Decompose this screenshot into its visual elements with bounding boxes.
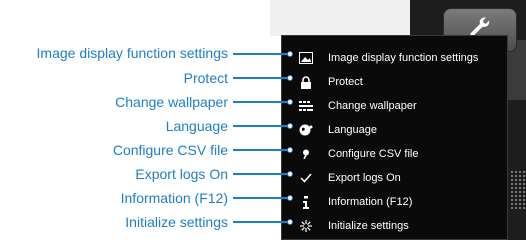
menu-item-image-display-settings[interactable]: Image display function settings	[282, 46, 507, 70]
callout-protect: Protect	[183, 70, 228, 86]
wallpaper-icon	[298, 98, 314, 114]
callout-information: Information (F12)	[120, 190, 228, 206]
leader-dot	[287, 195, 293, 201]
menu-item-configure-csv[interactable]: Configure CSV file	[282, 142, 507, 166]
leader-line	[233, 101, 291, 103]
leader-dot	[287, 171, 293, 177]
leader-line	[233, 77, 291, 79]
leader-dot	[287, 147, 293, 153]
leader-dot	[287, 75, 293, 81]
menu-item-initialize-settings[interactable]: Initialize settings	[282, 214, 507, 238]
callout-configure-csv: Configure CSV file	[112, 142, 228, 158]
leader-line	[233, 197, 291, 199]
menu-item-label: Change wallpaper	[328, 100, 417, 112]
callout-image-display-settings: Image display function settings	[36, 45, 228, 61]
leader-line	[233, 125, 291, 127]
leader-dot	[287, 123, 293, 129]
reset-icon	[298, 218, 314, 234]
background-panel	[270, 0, 410, 36]
menu-item-label: Export logs On	[328, 172, 401, 184]
leader-line	[233, 173, 291, 175]
leader-dot	[287, 219, 293, 225]
menu-item-label: Language	[328, 124, 377, 136]
menu-item-protect[interactable]: Protect	[282, 70, 507, 94]
menu-item-language[interactable]: Language	[282, 118, 507, 142]
leader-dot	[287, 51, 293, 57]
menu-item-export-logs[interactable]: Export logs On	[282, 166, 507, 190]
menu-item-label: Initialize settings	[328, 220, 409, 232]
callout-language: Language	[165, 118, 228, 134]
info-icon	[298, 194, 314, 210]
checkmark-icon	[298, 170, 314, 186]
menu-item-label: Information (F12)	[328, 196, 413, 208]
menu-item-label: Image display function settings	[328, 52, 479, 64]
leader-line	[233, 221, 291, 223]
background-dots	[510, 170, 526, 210]
leader-dot	[287, 99, 293, 105]
callout-export-logs: Export logs On	[135, 166, 228, 182]
menu-item-information[interactable]: Information (F12)	[282, 190, 507, 214]
callout-initialize-settings: Initialize settings	[125, 214, 228, 230]
context-menu: Image display function settings Protect …	[281, 35, 508, 240]
leader-line	[233, 149, 291, 151]
lock-icon	[298, 74, 314, 90]
callout-change-wallpaper: Change wallpaper	[115, 94, 228, 110]
menu-item-change-wallpaper[interactable]: Change wallpaper	[282, 94, 507, 118]
menu-item-label: Configure CSV file	[328, 148, 419, 160]
csv-icon	[298, 146, 314, 162]
globe-icon	[298, 122, 314, 138]
image-icon	[298, 50, 314, 66]
leader-line	[233, 53, 291, 55]
menu-item-label: Protect	[328, 76, 363, 88]
